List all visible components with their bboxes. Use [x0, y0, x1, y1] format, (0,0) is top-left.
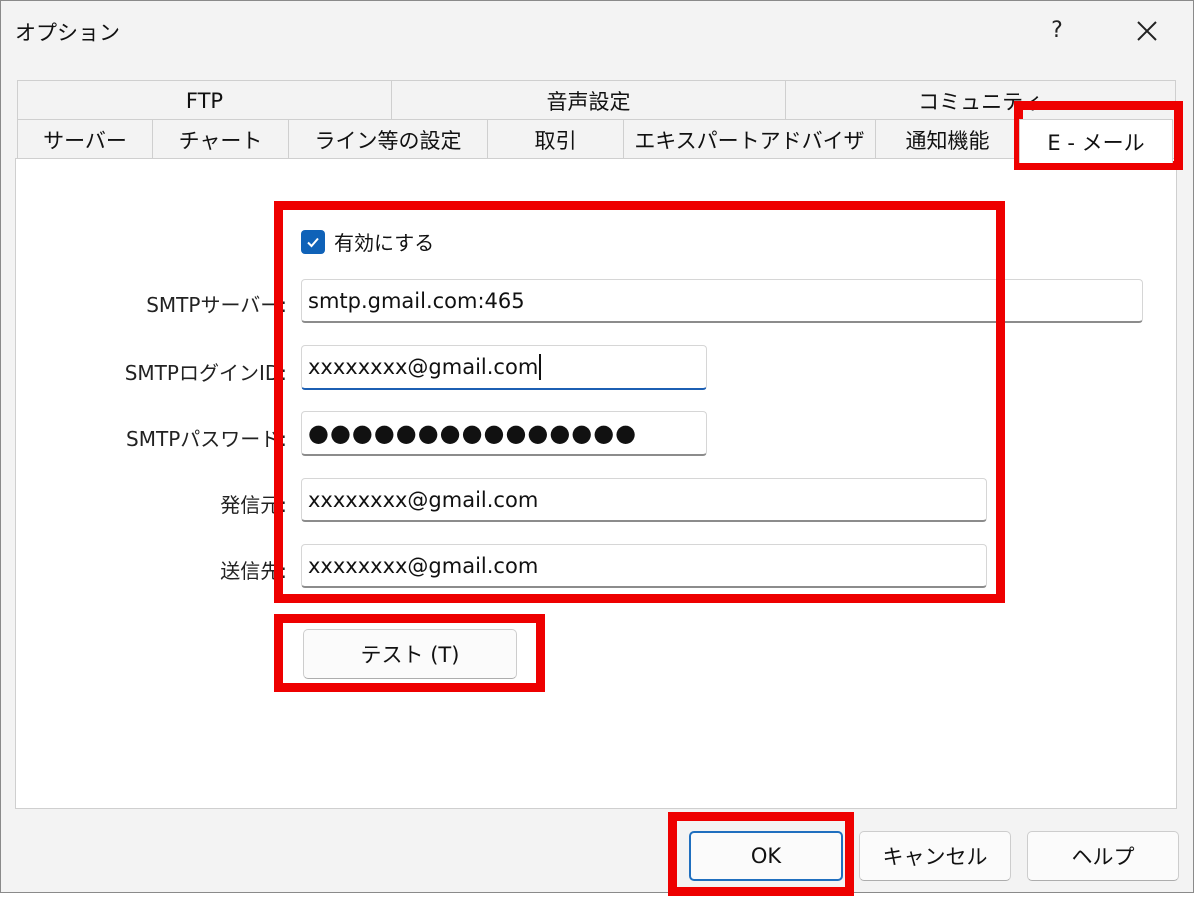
- tab-row-bottom: サーバー チャート ライン等の設定 取引 エキスパートアドバイザ 通知機能 E …: [17, 119, 1173, 163]
- recipient-value: xxxxxxxx@gmail.com: [308, 553, 539, 578]
- smtp-login-label: SMTPログインID:: [124, 361, 287, 385]
- smtp-password-value: ●●●●●●●●●●●●●●●: [308, 419, 638, 447]
- tab-trade[interactable]: 取引: [487, 119, 624, 159]
- sender-value: xxxxxxxx@gmail.com: [308, 487, 539, 512]
- help-button[interactable]: ヘルプ: [1027, 831, 1179, 881]
- smtp-login-value: xxxxxxxx@gmail.com: [308, 355, 539, 379]
- recipient-input[interactable]: xxxxxxxx@gmail.com: [301, 544, 987, 588]
- options-dialog: オプション ? FTP 音声設定 コミュニティ サーバー チャート ライン等の設…: [0, 0, 1194, 893]
- enable-checkbox-row[interactable]: 有効にする: [301, 227, 434, 256]
- tab-chart[interactable]: チャート: [152, 119, 289, 159]
- test-button[interactable]: テスト (T): [303, 629, 517, 679]
- smtp-login-input[interactable]: xxxxxxxx@gmail.com: [301, 345, 707, 390]
- sender-input[interactable]: xxxxxxxx@gmail.com: [301, 478, 987, 522]
- enable-label: 有効にする: [334, 231, 435, 255]
- tab-server[interactable]: サーバー: [17, 119, 153, 159]
- text-caret: [539, 354, 542, 380]
- cancel-button[interactable]: キャンセル: [859, 831, 1011, 881]
- smtp-server-input[interactable]: smtp.gmail.com:465: [301, 279, 1143, 323]
- tab-ftp[interactable]: FTP: [17, 80, 392, 120]
- window-title: オプション: [15, 21, 120, 45]
- checkmark-icon: [307, 237, 319, 247]
- tab-notifications[interactable]: 通知機能: [875, 119, 1020, 159]
- tab-sound-settings[interactable]: 音声設定: [391, 80, 786, 120]
- tab-email[interactable]: E - メール: [1019, 119, 1173, 163]
- close-icon: [1137, 21, 1157, 41]
- smtp-password-label: SMTPパスワード:: [126, 427, 287, 451]
- tab-row-top: FTP 音声設定 コミュニティ: [17, 80, 1176, 120]
- smtp-server-value: smtp.gmail.com:465: [308, 288, 525, 313]
- smtp-server-label: SMTPサーバー:: [146, 293, 287, 317]
- ok-button[interactable]: OK: [689, 831, 843, 881]
- help-question-button[interactable]: ?: [1037, 9, 1077, 53]
- title-bar: オプション ?: [1, 1, 1193, 63]
- tab-expert-advisor[interactable]: エキスパートアドバイザ: [623, 119, 876, 159]
- sender-label: 発信元:: [220, 493, 287, 517]
- tab-community[interactable]: コミュニティ: [785, 80, 1176, 120]
- smtp-password-input[interactable]: ●●●●●●●●●●●●●●●: [301, 411, 707, 456]
- recipient-label: 送信先:: [220, 559, 287, 583]
- tab-line-settings[interactable]: ライン等の設定: [288, 119, 488, 159]
- enable-checkbox[interactable]: [301, 229, 325, 254]
- close-button[interactable]: [1123, 9, 1171, 53]
